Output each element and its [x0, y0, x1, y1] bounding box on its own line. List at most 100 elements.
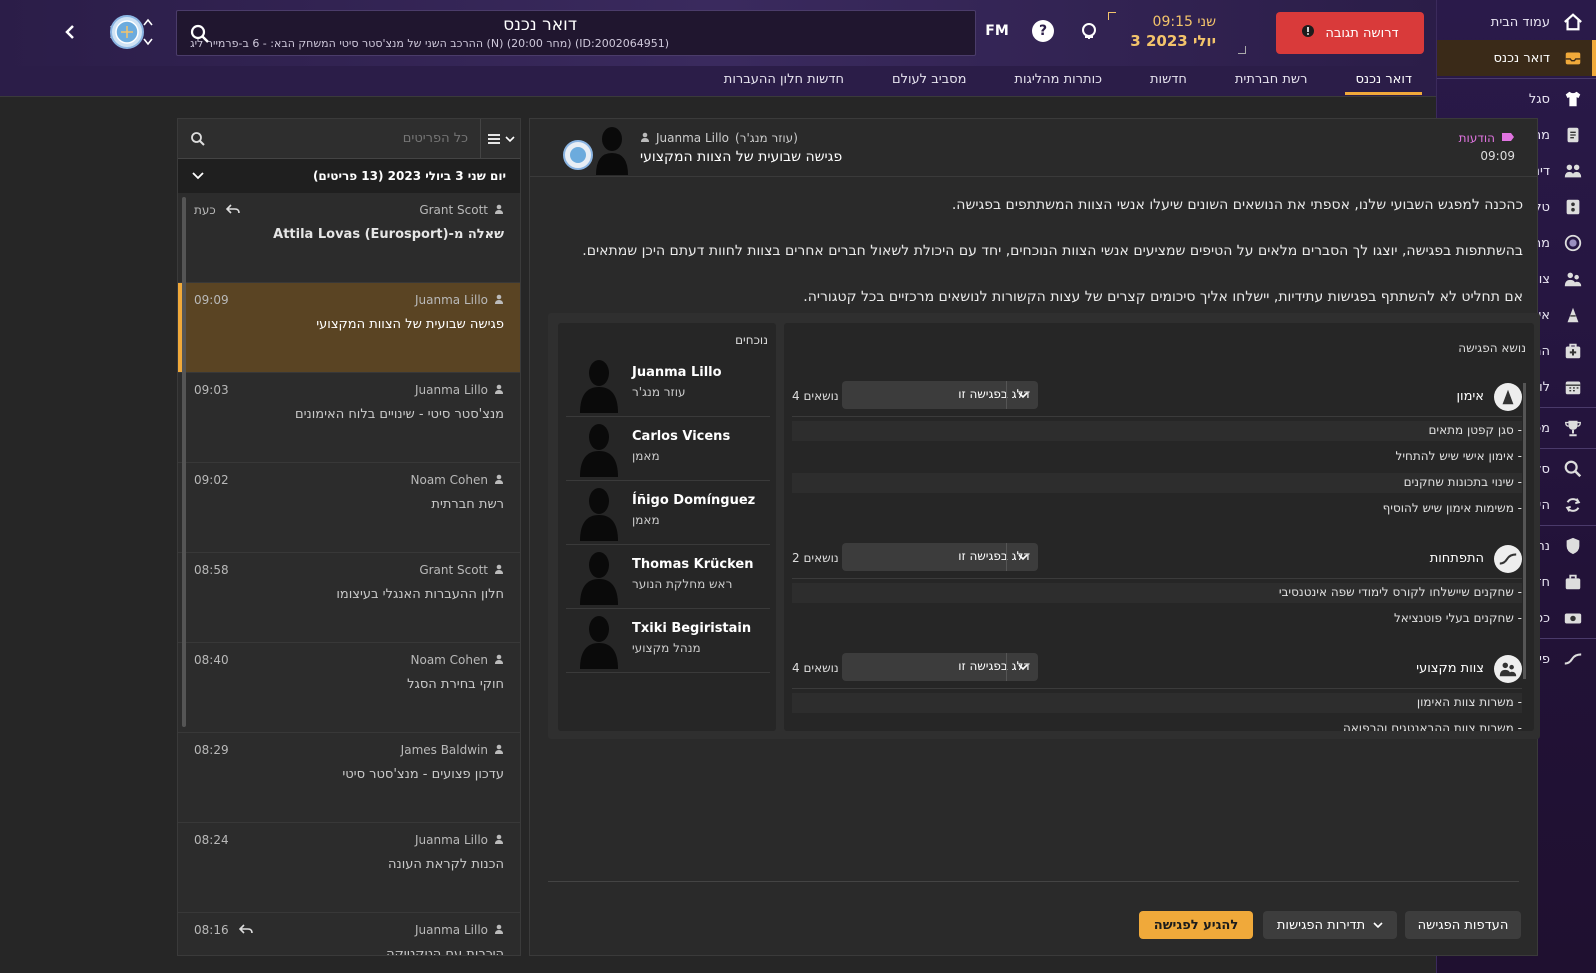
staff-icon — [1562, 268, 1584, 290]
medical-icon — [1562, 340, 1584, 362]
message-subject: רשת חברתית — [431, 497, 504, 512]
shirt-icon — [1562, 88, 1584, 110]
message-sender: Grant Scott — [419, 203, 488, 217]
list-item[interactable]: 09:02 Noam Cohen רשת חברתית — [178, 463, 520, 553]
clipboard-icon — [1562, 124, 1584, 146]
list-item[interactable]: 08:58 Grant Scott חלון ההעברות האנגלי בעיצ… — [178, 553, 520, 643]
back-arrow-icon[interactable] — [58, 18, 82, 46]
list-item[interactable]: 08:29 James Baldwin עדכון פצועים - מנצ'סטר… — [178, 733, 520, 823]
person-icon — [640, 131, 650, 145]
transfers-icon — [1562, 494, 1584, 516]
attendee-row[interactable]: Thomas Krücken ראש מחלקת הנוער — [566, 545, 770, 609]
list-item[interactable]: 09:09 Juanma Lillo פגישה שבועית של הצוות ה… — [178, 283, 520, 373]
reply-icon — [225, 203, 240, 217]
page-title: דואר נכנס — [503, 15, 577, 35]
globe-icon[interactable] — [1078, 20, 1100, 42]
header-search-box[interactable]: דואר נכנס ההרכב השני של מנצ'סטר סיטי המש… — [176, 10, 976, 56]
attendee-row[interactable]: Juanma Lillo עוזר מנג'ר — [566, 353, 770, 417]
topics-panel: נושא הפגישה אימון דלג בפגישה זו 4 נושאים סג… — [784, 323, 1534, 731]
sender-avatar[interactable] — [560, 125, 640, 175]
topic-subitem[interactable]: משימות אימון שיש להוסיף - — [792, 499, 1522, 519]
game-date[interactable]: 09:15 שני 3 יולי 2023 — [1130, 14, 1216, 50]
list-item[interactable]: 09:03 Juanma Lillo מנצ'סטר סיטי - שינויים … — [178, 373, 520, 463]
attendee-row[interactable]: Txiki Begiristain מנהל מקצועי — [566, 609, 770, 673]
list-search-bar — [178, 119, 520, 159]
tab-1[interactable]: רשת חברתית — [1225, 70, 1318, 95]
topics-title: נושא הפגישה — [1458, 341, 1526, 355]
attendee-role: מאמן — [632, 513, 660, 527]
search-icon[interactable] — [189, 23, 211, 45]
message-sender: Juanma Lillo — [415, 383, 488, 397]
list-item[interactable]: 08:40 Noam Cohen חוקי בחירת הסגל — [178, 643, 520, 733]
attendee-avatar — [574, 613, 624, 669]
topics-scrollbar[interactable] — [1523, 383, 1526, 679]
response-required-button[interactable]: דרושה תגובה — [1276, 12, 1424, 54]
sidebar-item-2[interactable]: סגל — [1437, 81, 1596, 117]
help-icon[interactable]: ? — [1032, 20, 1054, 42]
calendar-icon — [1562, 376, 1584, 398]
topic-count: 4 נושאים — [792, 661, 839, 675]
message-subject: הכנות לקראת העונה — [388, 857, 504, 872]
list-scrollbar[interactable] — [182, 197, 186, 727]
sidebar-item-label: דואר נכנס — [1493, 50, 1550, 66]
attendee-name: Thomas Krücken — [632, 557, 754, 572]
message-time: כעת — [194, 203, 216, 217]
topic-attendance-select[interactable]: דלג בפגישה זו — [842, 543, 1038, 571]
topic-row: התפתחות דלג בפגישה זו 2 נושאים — [792, 539, 1522, 579]
group-dynamics-icon — [1562, 160, 1584, 182]
fm-logo[interactable]: FM — [985, 20, 1009, 42]
sidebar-item-label: עמוד הבית — [1490, 14, 1550, 30]
body-paragraph: כהכנה למפגש השבועי שלנו, אספתי את הנושאי… — [951, 197, 1523, 213]
topic-subitem[interactable]: אימון אישי שיש להתחיל - — [792, 447, 1522, 467]
list-item[interactable]: כעת Grant Scott שאלה מ-Attila Lovas (Euros… — [178, 193, 520, 283]
person-icon — [494, 563, 504, 577]
list-search-input[interactable] — [218, 123, 468, 153]
shield-icon — [1562, 535, 1584, 557]
training-cone-icon — [1562, 304, 1584, 326]
topic-subitem[interactable]: משרות צוות ההבאנטגים והרפואה - — [792, 719, 1522, 731]
attendee-row[interactable]: Íñigo Domínguez מאמן — [566, 481, 770, 545]
list-item[interactable]: 08:24 Juanma Lillo הכנות לקראת העונה — [178, 823, 520, 913]
tab-0[interactable]: דואר נכנס — [1345, 70, 1422, 95]
reply-icon — [238, 923, 253, 937]
sidebar-item-1[interactable]: דואר נכנס — [1437, 40, 1596, 76]
topic-count: 4 נושאים — [792, 389, 839, 403]
sidebar-item-0[interactable]: עמוד הבית — [1437, 4, 1596, 40]
message-subject: מנצ'סטר סיטי - שינויים בלוח האימונים — [294, 407, 504, 422]
club-switcher[interactable] — [142, 18, 154, 46]
topic-subitem[interactable]: שחקנים שיישלחו לקורס לימודי שפה אינטנסיב… — [792, 583, 1522, 603]
tab-3[interactable]: כותרות מהליגות — [1004, 70, 1112, 95]
money-icon — [1562, 607, 1584, 629]
search-icon — [190, 131, 206, 147]
attendee-name: Carlos Vicens — [632, 429, 731, 444]
topic-subitem[interactable]: שינוי בתכונות שחקנים - — [792, 473, 1522, 493]
tab-4[interactable]: מסביב לעולם — [882, 70, 976, 95]
sort-menu-button[interactable] — [480, 119, 520, 159]
message-subject: חלון ההעברות האנגלי בעיצומו — [336, 587, 504, 602]
chevron-down-icon — [1373, 918, 1383, 933]
topic-subitem[interactable]: סגן קפטן מתאים - — [792, 421, 1522, 441]
message-time: 08:24 — [194, 833, 229, 847]
message-category: הודעות — [1459, 131, 1515, 145]
message-time: 08:40 — [194, 653, 229, 667]
tab-2[interactable]: חדשות — [1140, 70, 1197, 95]
topic-attendance-select[interactable]: דלג בפגישה זו — [842, 381, 1038, 409]
tab-5[interactable]: חדשות חלון ההעברות — [714, 70, 854, 95]
tag-icon — [1501, 131, 1515, 145]
attend-meeting-button[interactable]: להגיע לפגישה — [1139, 911, 1253, 939]
message-time: 09:02 — [194, 473, 229, 487]
meeting-preferences-button[interactable]: העדפות הפגישה — [1405, 911, 1521, 939]
date-group-header[interactable]: יום שני 3 ביולי 2023 (13 פריטים) — [178, 159, 520, 193]
person-icon — [494, 833, 504, 847]
attendee-avatar — [574, 357, 624, 413]
attendee-row[interactable]: Carlos Vicens מאמן — [566, 417, 770, 481]
club-badge-icon[interactable] — [110, 15, 144, 49]
topic-subitem[interactable]: שחקנים בעלי פוטנציאל - — [792, 609, 1522, 629]
topic-attendance-select[interactable]: דלג בפגישה זו — [842, 653, 1038, 681]
message-time: 08:16 — [194, 923, 229, 937]
list-item[interactable]: 08:16 Juanma Lillo היכרות עם הטקטיקה — [178, 913, 520, 955]
meeting-frequency-dropdown[interactable]: תדירות הפגישות — [1263, 911, 1397, 939]
message-from: Juanma Lillo (עוזר מנג'ר) — [640, 131, 798, 145]
topic-subitem[interactable]: משרות צוות האימון - — [792, 693, 1522, 713]
meeting-box: נוכחים Juanma Lillo עוזר מנג'ר Carlos Vice… — [548, 313, 1540, 739]
